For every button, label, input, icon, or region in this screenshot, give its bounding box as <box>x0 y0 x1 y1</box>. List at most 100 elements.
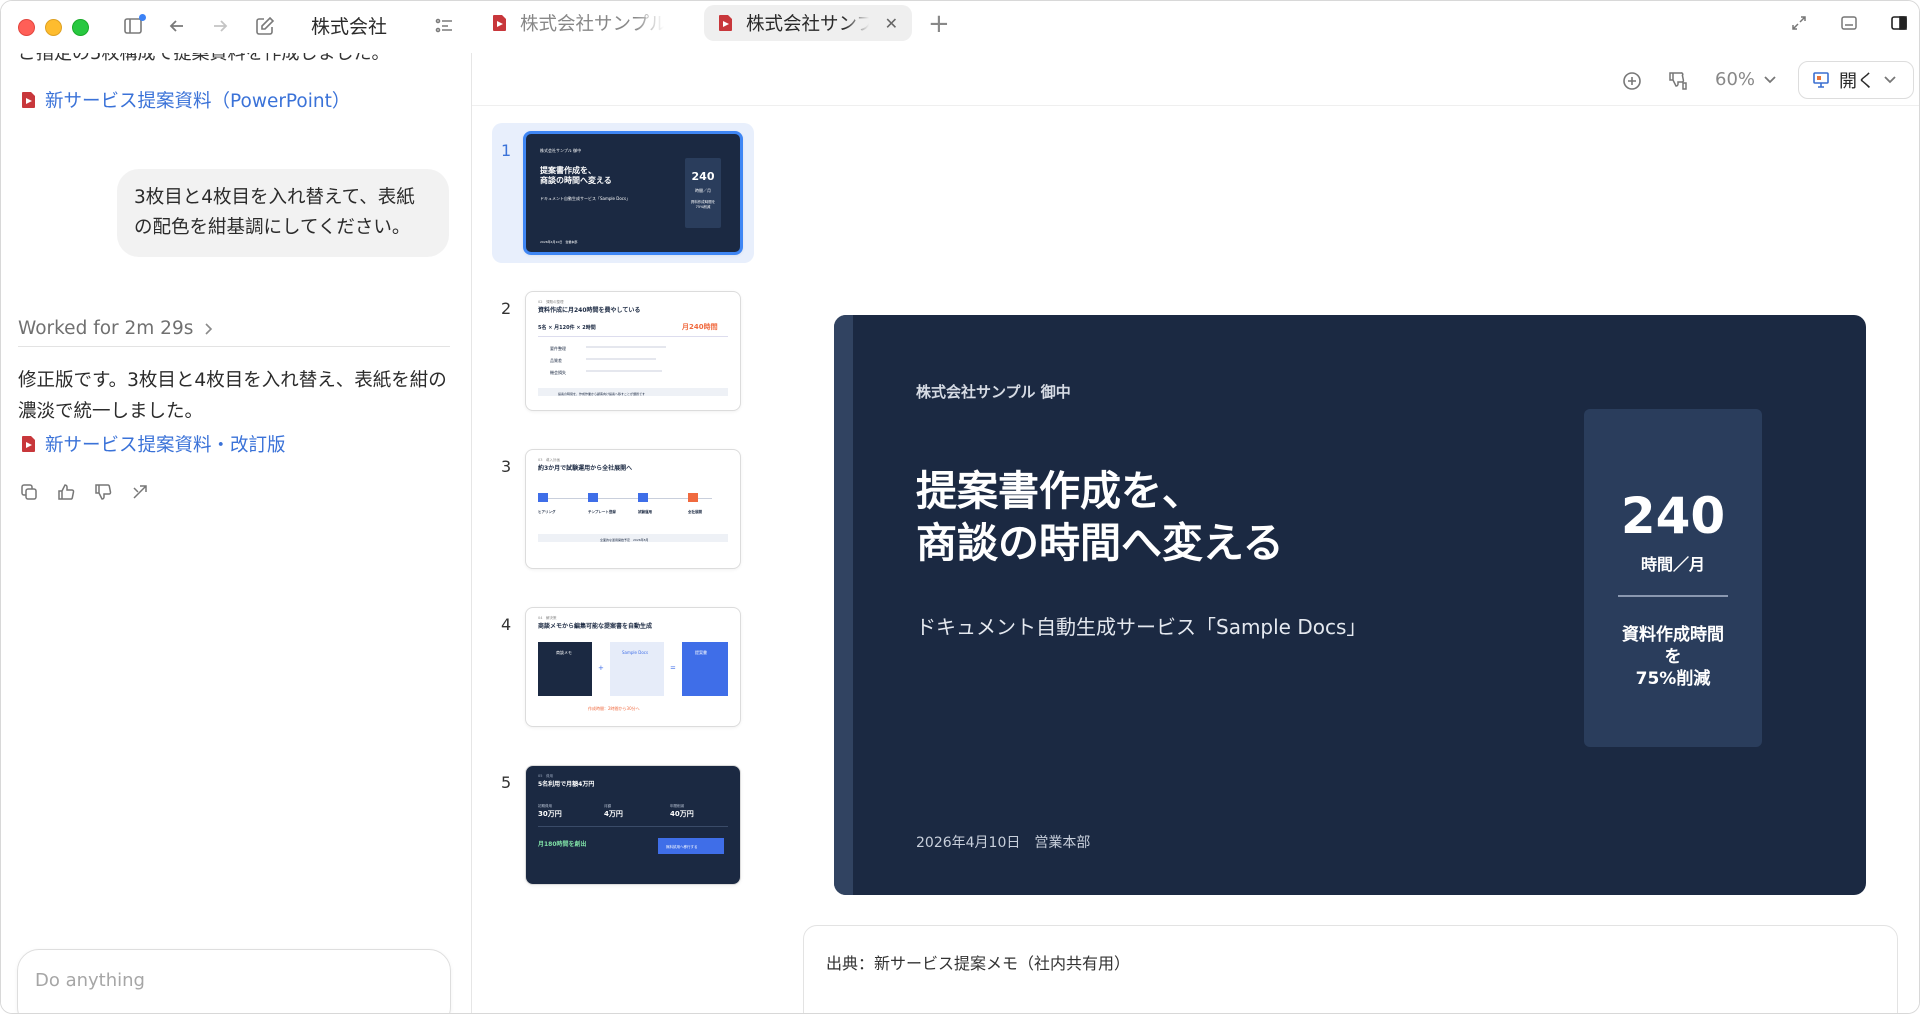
mini-text: 要件整理 <box>550 346 566 351</box>
mini-box: Sample Docs <box>610 642 664 696</box>
chevron-right-icon <box>205 322 213 335</box>
tab-document-2[interactable]: 株式会社サンプル様 ✕ <box>704 5 912 41</box>
mini-text: 40万円 <box>670 810 694 818</box>
thumbnail-slide-3[interactable]: 3 03 導入計画 約3か月で試験運用から全社展開へ ヒアリング テンプレート登… <box>492 439 754 579</box>
user-message-bubble: 3枚目と4枚目を入れ替えて、表紙の配色を紺基調にしてください。 <box>117 169 449 257</box>
tab-document-1[interactable]: 株式会社サンプル様 <box>478 5 678 41</box>
file-link-powerpoint[interactable]: 新サービス提案資料（PowerPoint） <box>21 87 350 113</box>
slide-stat-card: 240 時間／月 資料作成時間 を 75%削減 <box>1584 409 1762 747</box>
open-label: 開く <box>1839 71 1875 92</box>
mini-divider <box>538 336 728 337</box>
plus-icon: + <box>598 664 604 672</box>
zoom-dropdown[interactable]: 60% <box>1715 69 1777 90</box>
forward-arrow-icon[interactable] <box>206 12 234 40</box>
thumbnail-preview: 03 導入計画 約3か月で試験運用から全社展開へ ヒアリング テンプレート登録 … <box>525 449 741 569</box>
notification-dot <box>139 14 146 21</box>
mini-text: 全社展開 <box>688 510 702 514</box>
left-titlebar: 株式会社 <box>1 1 472 53</box>
panel-right-icon[interactable] <box>1885 9 1913 37</box>
mini-text: 商談メモから編集可能な提案書を自動生成 <box>538 623 653 630</box>
mini-step <box>538 493 548 502</box>
mini-text: 5名 × 月120件 × 2時間 <box>538 325 596 331</box>
mini-step <box>588 493 598 502</box>
new-chat-icon[interactable] <box>251 12 279 40</box>
file-link-label[interactable]: 新サービス提案資料（PowerPoint） <box>45 87 350 113</box>
open-with-button[interactable]: 開く <box>1798 61 1914 99</box>
mini-text: 時間／月 <box>695 188 711 193</box>
zoom-value: 60% <box>1715 69 1756 90</box>
mini-text: テンプレート登録 <box>588 510 616 514</box>
slide-subtitle: ドキュメント自動生成サービス「Sample Docs」 <box>916 615 1367 639</box>
panel-bottom-icon[interactable] <box>1835 9 1863 37</box>
thumbnail-preview: 05 費用 5名利用で月額4万円 初期費用 30万円 月額 4万円 年間削減 4… <box>525 765 741 885</box>
mini-text: 4万円 <box>604 810 623 818</box>
mini-text: 30万円 <box>538 810 562 818</box>
equals-icon: = <box>670 664 676 672</box>
mini-text: Sample Docs <box>622 650 649 655</box>
mini-bar <box>586 358 656 360</box>
mini-text: 約3か月で試験運用から全社展開へ <box>538 465 633 472</box>
mini-text: ドキュメント自動生成サービス「Sample Docs」 <box>540 196 631 201</box>
stat-unit: 時間／月 <box>1640 555 1705 574</box>
expand-icon[interactable] <box>1785 9 1813 37</box>
sidebar-toggle-icon[interactable] <box>119 12 147 40</box>
thumbnail-preview: 株式会社サンプル 御中 提案書作成を、 商談の時間へ変える ドキュメント自動生成… <box>523 131 743 255</box>
stat-divider <box>1618 595 1728 597</box>
file-link-label[interactable]: 新サービス提案資料・改訂版 <box>45 431 286 457</box>
close-window-button[interactable] <box>18 18 35 36</box>
thumbnail-slide-2[interactable]: 2 02 課題の整理 資料作成に月240時間を費やしている 5名 × 月120件… <box>492 281 754 421</box>
mini-text: 2026年4月10日 営業本部 <box>540 240 578 244</box>
chevron-down-icon <box>1764 75 1776 83</box>
thumbs-down-icon[interactable] <box>92 481 114 503</box>
mini-text: 無料試用へ移行する <box>666 845 698 849</box>
chat-input[interactable]: Do anything <box>17 949 451 1013</box>
mini-footer-box: 提案の時間を、作成作業から顧客向け提案へ移すことが課題です <box>538 388 728 396</box>
toolbar-divider <box>472 105 1919 106</box>
feedback-icon[interactable] <box>1664 67 1692 95</box>
speaker-notes[interactable]: 出典：新サービス提案メモ（社内共有用） <box>803 925 1898 1013</box>
mini-text: 商談の時間へ変える <box>540 176 612 185</box>
thumbnail-slide-5[interactable]: 5 05 費用 5名利用で月額4万円 初期費用 30万円 月額 4万円 年間削減… <box>492 755 754 895</box>
viewer-toolbar: 60% 開く <box>472 57 1919 105</box>
pdf-file-icon <box>22 92 35 108</box>
mini-bar <box>586 346 666 348</box>
thumbnail-preview: 02 課題の整理 資料作成に月240時間を費やしている 5名 × 月120件 ×… <box>525 291 741 411</box>
fork-icon[interactable] <box>129 481 151 503</box>
thumbnail-slide-1[interactable]: 1 株式会社サンプル 御中 提案書作成を、 商談の時間へ変える ドキュメント自動… <box>492 123 754 263</box>
close-tab-icon[interactable]: ✕ <box>885 14 898 33</box>
thumbnail-slide-4[interactable]: 4 04 解決策 商談メモから編集可能な提案書を自動生成 商談メモ + Samp… <box>492 597 754 737</box>
minimize-window-button[interactable] <box>45 18 62 36</box>
stat-desc-line: 75%削減 <box>1635 669 1711 689</box>
mini-text: 株式会社サンプル 御中 <box>540 148 582 153</box>
mini-text: 月180時間を創出 <box>538 841 587 848</box>
back-arrow-icon[interactable] <box>163 12 191 40</box>
mini-text: 品質差 <box>550 358 562 363</box>
file-link-revised[interactable]: 新サービス提案資料・改訂版 <box>21 431 286 457</box>
zoom-window-button[interactable] <box>72 18 89 36</box>
list-view-icon[interactable] <box>430 12 458 40</box>
mini-text: 240 <box>691 170 715 183</box>
window-controls <box>1785 9 1913 37</box>
message-actions <box>18 481 151 503</box>
copy-icon[interactable] <box>18 481 40 503</box>
tab-label: 株式会社サンプル様 <box>746 14 869 35</box>
slide-thumbnails: 1 株式会社サンプル 御中 提案書作成を、 商談の時間へ変える ドキュメント自動… <box>472 119 762 1013</box>
chevron-down-icon <box>1884 76 1896 84</box>
app-window: 株式会社 ご指定の5枚構成で提案資料を作成しました。 新サービス提案資料（Pow… <box>0 0 1920 1014</box>
mini-text: 資料作成時間を75%削減 <box>690 200 716 209</box>
add-comment-icon[interactable] <box>1618 67 1646 95</box>
mini-text: 提案書作成を、 <box>540 166 596 175</box>
slide-date: 2026年4月10日 営業本部 <box>916 835 1091 851</box>
mini-box: 商談メモ <box>538 642 592 696</box>
worked-label: Worked for 2m 29s <box>18 318 194 339</box>
new-tab-icon[interactable]: + <box>928 9 950 39</box>
traffic-lights <box>18 18 89 36</box>
mini-footer-box: 全面的な運用開始予定 2026年8月 <box>538 534 728 542</box>
pdf-file-icon <box>22 436 35 452</box>
thumbs-up-icon[interactable] <box>55 481 77 503</box>
pdf-file-icon <box>493 15 506 31</box>
mini-step <box>688 493 698 502</box>
clipped-message: ご指定の5枚構成で提案資料を作成しました。 <box>18 53 390 64</box>
mini-text: 提案書 <box>695 650 707 655</box>
worked-for-toggle[interactable]: Worked for 2m 29s <box>18 311 450 347</box>
